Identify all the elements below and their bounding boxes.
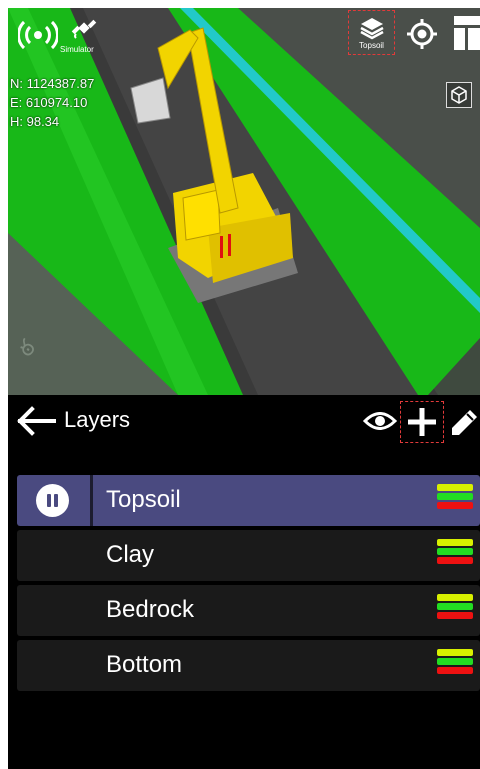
layer-row-bottom[interactable]: Bottom xyxy=(17,640,480,691)
cube-icon xyxy=(451,86,467,104)
easting: E: 610974.10 xyxy=(10,95,88,110)
simulator-label: Simulator xyxy=(60,45,94,54)
layer-row-clay[interactable]: Clay xyxy=(17,530,480,581)
layers-icon xyxy=(360,18,384,40)
plus-icon xyxy=(408,408,436,436)
northing: N: 1124387.87 xyxy=(10,76,95,91)
layer-name: Clay xyxy=(106,541,155,568)
layer-color-swatch[interactable] xyxy=(437,594,473,621)
layer-row-bedrock[interactable]: Bedrock xyxy=(17,585,480,636)
terrain-scene: ఠ xyxy=(8,8,480,395)
height: H: 98.34 xyxy=(10,114,60,129)
pencil-icon[interactable] xyxy=(448,407,480,439)
3d-viewport[interactable]: ఠ Simulator N: 1124387.87 E: 610974.10 H… xyxy=(8,8,480,395)
view-cube-button[interactable] xyxy=(446,82,472,108)
layer-name: Topsoil xyxy=(106,486,181,513)
layer-color-swatch[interactable] xyxy=(437,539,473,566)
panel-title: Layers xyxy=(64,407,131,432)
layer-color-swatch[interactable] xyxy=(437,484,473,511)
app-screen: ఠ Simulator N: 1124387.87 E: 610974.10 H… xyxy=(8,8,480,769)
layer-button-label: Topsoil xyxy=(359,41,384,50)
satellite-icon[interactable] xyxy=(70,14,98,42)
eye-icon[interactable] xyxy=(362,408,398,434)
layer-row-topsoil[interactable]: Topsoil xyxy=(17,475,480,526)
layer-name: Bedrock xyxy=(106,596,195,623)
layer-selector-button[interactable]: Topsoil xyxy=(348,10,395,55)
layer-name: Bottom xyxy=(106,651,183,678)
coordinate-readout: N: 1124387.87 E: 610974.10 H: 98.34 xyxy=(10,74,94,131)
layer-color-swatch[interactable] xyxy=(437,649,473,676)
panels-icon[interactable] xyxy=(454,16,480,50)
layers-panel: Layers Topsoil Clay Bedrock Bottom xyxy=(8,395,480,769)
add-layer-button[interactable] xyxy=(400,401,444,443)
wireless-signal-icon[interactable] xyxy=(18,20,58,50)
pause-icon xyxy=(36,484,69,517)
layers-header: Layers xyxy=(8,395,480,449)
crosshair-icon[interactable] xyxy=(406,18,438,50)
back-arrow-icon[interactable] xyxy=(16,406,56,436)
pause-button[interactable] xyxy=(17,475,90,526)
